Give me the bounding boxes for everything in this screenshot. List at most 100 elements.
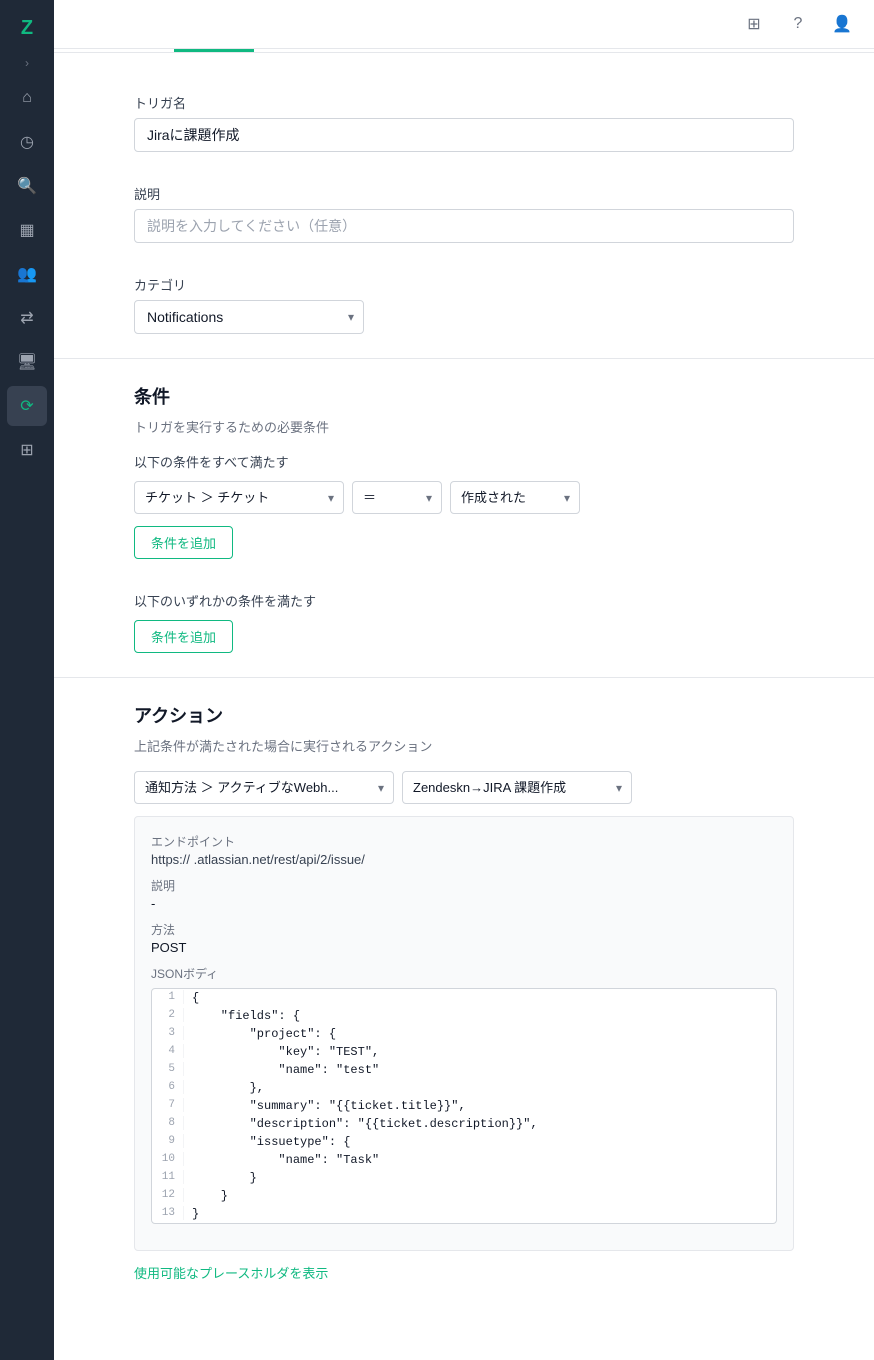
line-code: "name": "test" — [184, 1062, 387, 1078]
action-description-label: 説明 — [151, 877, 777, 894]
json-line: 9 "issuetype": { — [152, 1133, 776, 1151]
endpoint-label: エンドポイント — [151, 833, 777, 850]
sidebar-item-home[interactable]: ⌂ — [7, 78, 47, 118]
line-code: } — [184, 1206, 207, 1222]
line-code: "fields": { — [184, 1008, 308, 1024]
main-content: ⊞ ? 👤 トリガ名 説明 カテゴリ Notifications General… — [54, 0, 874, 1360]
category-select[interactable]: Notifications General Custom — [134, 300, 364, 334]
app-logo: Z — [11, 12, 43, 44]
sidebar-item-widgets[interactable]: ⊞ — [7, 430, 47, 470]
trigger-name-input[interactable] — [134, 118, 794, 152]
condition-field-select[interactable]: チケット ＞ チケット — [134, 481, 344, 514]
actions-subtitle: 上記条件が満たされた場合に実行されるアクション — [134, 736, 794, 755]
action-method-wrap: 通知方法 ＞ アクティブなWebh... ▾ — [134, 771, 394, 804]
conditions-subtitle: トリガを実行するための必要条件 — [134, 417, 794, 436]
action-webhook-wrap: Zendeskn→JIRA 課題作成 ▾ — [402, 771, 632, 804]
line-number: 7 — [152, 1098, 184, 1112]
line-number: 10 — [152, 1152, 184, 1166]
sidebar: Z › ⌂ ◷ 🔍 ▦ 👥 ⇄ 🖥 ⟳ ⊞ — [0, 0, 54, 1360]
condition-value-wrap: 作成された ▾ — [450, 481, 580, 514]
line-number: 8 — [152, 1116, 184, 1130]
action-description-value: - — [151, 896, 777, 911]
action-detail-box: エンドポイント https:// .atlassian.net/rest/api… — [134, 816, 794, 1251]
line-number: 11 — [152, 1170, 184, 1184]
add-all-condition-button[interactable]: 条件を追加 — [134, 526, 233, 559]
category-section: カテゴリ Notifications General Custom ▾ — [54, 259, 874, 350]
condition-operator-wrap: ＝ ≠ ▾ — [352, 481, 442, 514]
action-description-row: 説明 - — [151, 877, 777, 911]
condition-operator-select[interactable]: ＝ ≠ — [352, 481, 442, 514]
conditions-section: 条件 トリガを実行するための必要条件 以下の条件をすべて満たす チケット ＞ チ… — [54, 367, 874, 669]
description-section: 説明 — [54, 168, 874, 259]
json-line: 5 "name": "test" — [152, 1061, 776, 1079]
action-method-select[interactable]: 通知方法 ＞ アクティブなWebh... — [134, 771, 394, 804]
json-line: 3 "project": { — [152, 1025, 776, 1043]
trigger-name-section: トリガ名 — [54, 77, 874, 168]
method-value: POST — [151, 940, 777, 955]
trigger-name-label: トリガ名 — [134, 93, 794, 112]
json-line: 4 "key": "TEST", — [152, 1043, 776, 1061]
endpoint-row: エンドポイント https:// .atlassian.net/rest/api… — [151, 833, 777, 867]
step-active-indicator — [174, 49, 254, 52]
grid-icon[interactable]: ⊞ — [738, 8, 770, 40]
step-bar — [54, 49, 874, 53]
sidebar-item-transfer[interactable]: ⇄ — [7, 298, 47, 338]
line-code: } — [184, 1188, 236, 1204]
sidebar-item-search[interactable]: 🔍 — [7, 166, 47, 206]
line-code: { — [184, 990, 207, 1006]
profile-icon[interactable]: 👤 — [826, 8, 858, 40]
sidebar-collapse-icon[interactable]: › — [25, 56, 29, 70]
condition-value-select[interactable]: 作成された — [450, 481, 580, 514]
line-number: 3 — [152, 1026, 184, 1040]
sidebar-item-monitor[interactable]: 🖥 — [7, 342, 47, 382]
line-number: 1 — [152, 990, 184, 1004]
json-body-row: JSONボディ 1{2 "fields": {3 "project": {4 "… — [151, 965, 777, 1224]
sidebar-item-reports[interactable]: ▦ — [7, 210, 47, 250]
json-line: 7 "summary": "{{ticket.title}}", — [152, 1097, 776, 1115]
endpoint-value: https:// .atlassian.net/rest/api/2/issue… — [151, 852, 777, 867]
description-input[interactable] — [134, 209, 794, 243]
condition-row-1: チケット ＞ チケット ▾ ＝ ≠ ▾ 作成された ▾ — [134, 481, 794, 514]
all-conditions-label: 以下の条件をすべて満たす — [134, 452, 794, 471]
json-line: 1{ — [152, 989, 776, 1007]
json-editor: 1{2 "fields": {3 "project": {4 "key": "T… — [151, 988, 777, 1224]
json-line: 12 } — [152, 1187, 776, 1205]
json-line: 6 }, — [152, 1079, 776, 1097]
sidebar-item-triggers[interactable]: ⟳ — [7, 386, 47, 426]
line-code: }, — [184, 1080, 272, 1096]
sidebar-item-customers[interactable]: 👥 — [7, 254, 47, 294]
line-code: "description": "{{ticket.description}}", — [184, 1116, 546, 1132]
placeholder-link[interactable]: 使用可能なプレースホルダを表示 — [134, 1266, 328, 1281]
actions-title: アクション — [134, 702, 794, 728]
line-code: "issuetype": { — [184, 1134, 358, 1150]
line-number: 4 — [152, 1044, 184, 1058]
actions-section: アクション 上記条件が満たされた場合に実行されるアクション 通知方法 ＞ アクテ… — [54, 686, 874, 1299]
line-code: "name": "Task" — [184, 1152, 387, 1168]
json-body-label: JSONボディ — [151, 965, 777, 982]
json-line: 10 "name": "Task" — [152, 1151, 776, 1169]
sidebar-item-recent[interactable]: ◷ — [7, 122, 47, 162]
category-select-wrap: Notifications General Custom ▾ — [134, 300, 364, 334]
method-row: 方法 POST — [151, 921, 777, 955]
line-code: } — [184, 1170, 265, 1186]
line-number: 9 — [152, 1134, 184, 1148]
line-number: 5 — [152, 1062, 184, 1076]
topbar: ⊞ ? 👤 — [54, 0, 874, 49]
category-label: カテゴリ — [134, 275, 794, 294]
form-content: トリガ名 説明 カテゴリ Notifications General Custo… — [54, 77, 874, 1339]
description-label: 説明 — [134, 184, 794, 203]
json-line: 8 "description": "{{ticket.description}}… — [152, 1115, 776, 1133]
placeholder-link-wrap: 使用可能なプレースホルダを表示 — [134, 1263, 794, 1283]
help-icon[interactable]: ? — [782, 8, 814, 40]
line-number: 2 — [152, 1008, 184, 1022]
json-line: 11 } — [152, 1169, 776, 1187]
add-any-condition-button[interactable]: 条件を追加 — [134, 620, 233, 653]
action-selects-row: 通知方法 ＞ アクティブなWebh... ▾ Zendeskn→JIRA 課題作… — [134, 771, 794, 804]
line-number: 13 — [152, 1206, 184, 1220]
json-line: 13} — [152, 1205, 776, 1223]
condition-field-wrap: チケット ＞ チケット ▾ — [134, 481, 344, 514]
action-webhook-select[interactable]: Zendeskn→JIRA 課題作成 — [402, 771, 632, 804]
line-code: "summary": "{{ticket.title}}", — [184, 1098, 474, 1114]
any-conditions-label: 以下のいずれかの条件を満たす — [134, 591, 794, 610]
conditions-title: 条件 — [134, 383, 794, 409]
